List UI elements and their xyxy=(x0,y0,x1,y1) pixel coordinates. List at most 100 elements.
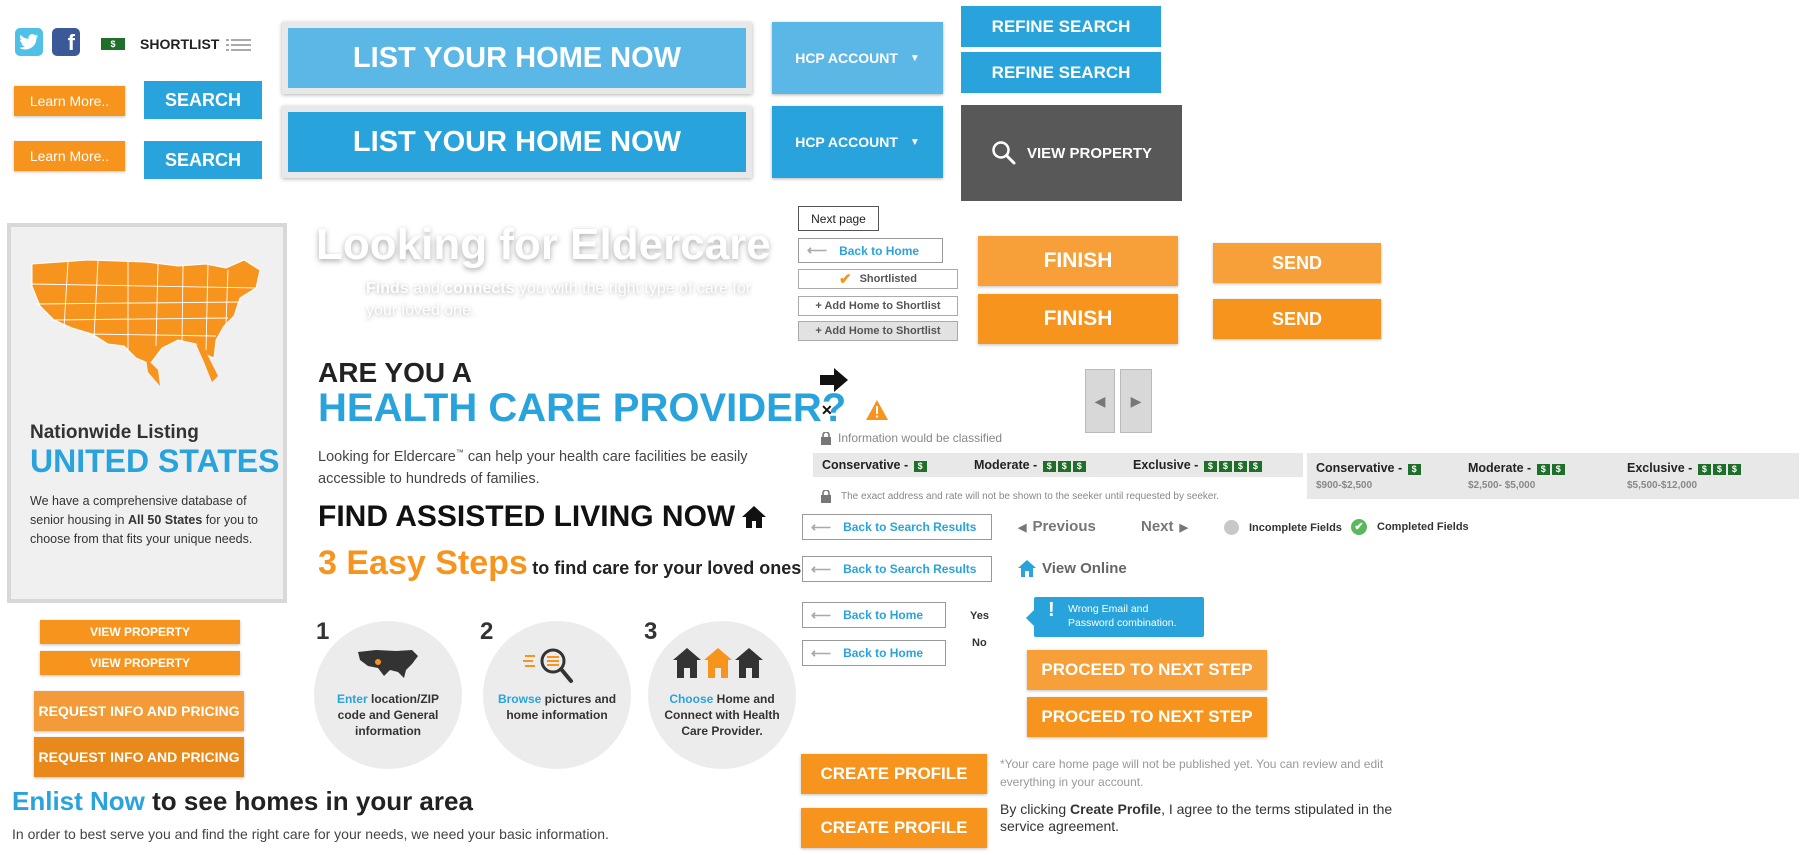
back-home-button-3[interactable]: ⟵ Back to Home xyxy=(802,640,946,666)
check-circle-icon: ✔ xyxy=(1351,519,1367,535)
provider-desc-text: Looking for Eldercare xyxy=(318,448,456,465)
money-icon: $ xyxy=(1536,464,1550,475)
money-icon: $ xyxy=(1407,464,1421,475)
send-button[interactable]: SEND xyxy=(1213,243,1381,283)
trademark: ™ xyxy=(455,448,464,457)
tier-name: Conservative - xyxy=(1316,461,1403,475)
finish-button-2[interactable]: FINISH xyxy=(978,294,1178,344)
money-icon: $ xyxy=(913,461,927,472)
tier-range-1: $900-$2,500 xyxy=(1316,480,1373,491)
previous-link[interactable]: ◀ Previous xyxy=(1018,518,1096,535)
proceed-button[interactable]: PROCEED TO NEXT STEP xyxy=(1027,650,1267,690)
add-shortlist-button-hover[interactable]: + Add Home to Shortlist xyxy=(798,321,958,341)
next-link[interactable]: Next ▶ xyxy=(1141,518,1188,535)
learn-more-button-2[interactable]: Learn More.. xyxy=(14,141,125,171)
error-tooltip: ! Wrong Email and Password combination. xyxy=(1034,597,1204,637)
next-arrow-button[interactable]: ▶ xyxy=(1120,369,1152,433)
proceed-button-2[interactable]: PROCEED TO NEXT STEP xyxy=(1027,697,1267,737)
error-text: Wrong Email and Password combination. xyxy=(1068,603,1177,629)
arrow-left-icon: ⟵ xyxy=(811,518,832,535)
back-search-label: Back to Search Results xyxy=(843,520,977,534)
view-property-label: VIEW PROPERTY xyxy=(1026,144,1153,162)
shortlisted-label: Shortlisted xyxy=(859,273,918,285)
money-icon: $ xyxy=(1697,464,1711,475)
profile-note: *Your care home page will not be publish… xyxy=(1000,757,1384,789)
classified-info: Information would be classified xyxy=(820,431,1002,445)
list-icon[interactable] xyxy=(226,38,251,52)
list-home-button[interactable]: LIST YOUR HOME NOW xyxy=(288,28,746,88)
map-label: Nationwide Listing xyxy=(30,422,199,443)
hcp-account-button[interactable]: HCP ACCOUNT ▼ xyxy=(772,22,943,94)
incomplete-fields: Incomplete Fields xyxy=(1224,520,1342,535)
money-icon: $ xyxy=(1072,461,1086,472)
caret-right-icon: ▶ xyxy=(1179,522,1188,534)
tier-name: Moderate - xyxy=(1468,461,1532,475)
arrow-right-icon xyxy=(820,368,848,392)
lock-icon xyxy=(821,431,831,445)
view-online-link[interactable]: View Online xyxy=(1018,560,1127,577)
next-page-button[interactable]: Next page xyxy=(798,206,879,231)
search-button[interactable]: SEARCH xyxy=(144,81,262,119)
back-home-label: Back to Home xyxy=(839,243,920,258)
facebook-icon[interactable]: f xyxy=(52,28,80,56)
money-icon: $ xyxy=(101,38,125,50)
tier-exclusive-2: Exclusive - $ $ $ xyxy=(1627,461,1741,475)
learn-more-button[interactable]: Learn More.. xyxy=(14,86,125,116)
back-search-button[interactable]: ⟵ Back to Search Results xyxy=(802,514,992,540)
previous-label: Previous xyxy=(1032,518,1096,535)
shortlisted-button[interactable]: ✔ Shortlisted xyxy=(798,269,958,289)
terms-text: By clicking Create Profile, I agree to t… xyxy=(1000,801,1440,835)
search-button-2[interactable]: SEARCH xyxy=(144,141,262,179)
back-home-button-2[interactable]: ⟵ Back to Home xyxy=(802,602,946,628)
hero-title: Looking for Eldercare xyxy=(316,220,771,269)
step-number-1: 1 xyxy=(316,618,330,645)
twitter-icon[interactable] xyxy=(15,28,43,56)
incomplete-label: Incomplete Fields xyxy=(1249,521,1342,534)
assisted-living-title: FIND ASSISTED LIVING NOW xyxy=(318,500,736,533)
tier-range-2: $2,500- $5,000 xyxy=(1468,480,1536,491)
add-shortlist-button[interactable]: + Add Home to Shortlist xyxy=(798,296,958,316)
view-property-dark-button[interactable]: VIEW PROPERTY xyxy=(961,105,1182,201)
back-home-button[interactable]: ⟵ Back to Home xyxy=(798,238,943,263)
lock-icon xyxy=(821,490,831,503)
completed-label: Completed Fields xyxy=(1377,521,1469,533)
view-online-label: View Online xyxy=(1042,560,1127,577)
refine-search-button-2[interactable]: REFINE SEARCH xyxy=(961,52,1161,93)
view-property-button-2[interactable]: VIEW PROPERTY xyxy=(40,651,240,675)
finish-button[interactable]: FINISH xyxy=(978,236,1178,286)
enlist-highlight: Enlist Now xyxy=(12,786,145,816)
classified-text: Information would be classified xyxy=(838,431,1003,445)
prev-arrow-button[interactable]: ◀ xyxy=(1085,369,1115,433)
refine-search-button[interactable]: REFINE SEARCH xyxy=(961,6,1161,47)
terms-bold: Create Profile xyxy=(1070,801,1162,817)
enlist-heading: Enlist Now to see homes in your area xyxy=(12,786,473,817)
step-hl-3: Choose xyxy=(669,692,714,706)
magnifier-icon xyxy=(523,648,573,683)
yes-option[interactable]: Yes xyxy=(970,610,989,622)
shortlist-link[interactable]: SHORTLIST xyxy=(140,36,219,52)
provider-question: ARE YOU A xyxy=(318,357,473,388)
send-button-2[interactable]: SEND xyxy=(1213,299,1381,339)
request-info-button-2[interactable]: REQUEST INFO AND PRICING xyxy=(34,737,244,777)
no-option[interactable]: No xyxy=(972,637,987,649)
money-icon: $ xyxy=(1218,461,1232,472)
create-profile-button-2[interactable]: CREATE PROFILE xyxy=(801,808,987,848)
request-info-button[interactable]: REQUEST INFO AND PRICING xyxy=(34,691,244,731)
map-desc: We have a comprehensive database of seni… xyxy=(30,492,262,549)
hcp-account-button-2[interactable]: HCP ACCOUNT ▼ xyxy=(772,106,943,178)
close-icon[interactable]: ✕ xyxy=(821,402,833,419)
enlist-rest: to see homes in your area xyxy=(152,786,473,816)
step-text-1: Enter location/ZIP code and General info… xyxy=(323,691,453,739)
hcp-account-label: HCP ACCOUNT xyxy=(795,134,898,150)
back-search-label: Back to Search Results xyxy=(843,562,977,576)
provider-desc: Looking for Eldercare™ can help your hea… xyxy=(318,442,768,490)
view-property-button[interactable]: VIEW PROPERTY xyxy=(40,620,240,644)
back-search-button-2[interactable]: ⟵ Back to Search Results xyxy=(802,556,992,582)
arrow-left-icon: ⟵ xyxy=(807,242,828,258)
step-text-2: Browse pictures and home information xyxy=(492,691,622,723)
money-icon: $ xyxy=(1203,461,1217,472)
steps-small: to find care for your loved ones xyxy=(532,558,802,578)
list-home-button-2[interactable]: LIST YOUR HOME NOW xyxy=(288,112,746,172)
tier-moderate: Moderate - $ $ $ xyxy=(974,458,1086,472)
create-profile-button[interactable]: CREATE PROFILE xyxy=(801,754,987,794)
